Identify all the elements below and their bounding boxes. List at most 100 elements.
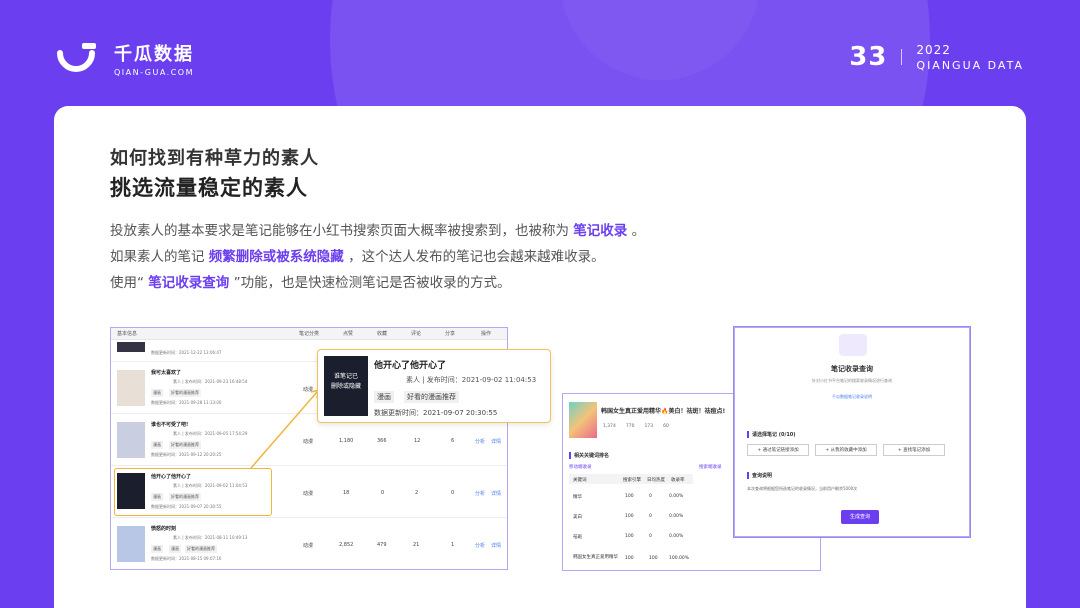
row-update-time: 数据更新时间：2021-09-28 11:13:00: [151, 400, 222, 405]
row-comments: 2: [415, 490, 419, 496]
note-thumbnail: [117, 342, 145, 352]
callout-tag: 好看的漫画推荐: [404, 391, 459, 403]
row-shares: 6: [451, 438, 455, 444]
section-tab[interactable]: 搜索端收录: [699, 464, 722, 470]
row-shares: 1: [451, 542, 455, 548]
add-from-favorites-button[interactable]: + 从我的收藏中添加: [815, 444, 877, 456]
stat-value: 60: [663, 424, 669, 429]
note-detail-callout: 谁笔记已 删除或隐藏 他开心了他开心了 素人 | 发布时间：2021-09-02…: [317, 349, 551, 423]
kw-cell: 精华: [573, 495, 582, 500]
row-favorites: 0: [381, 490, 385, 496]
table-header-cell: 点赞: [343, 331, 354, 337]
deleted-note-thumbnail: 谁笔记已 删除或隐藏: [324, 356, 368, 416]
kw-cell: 100: [649, 556, 658, 561]
stat-value: 1,374: [603, 424, 616, 429]
row-meta: 素人 | 发布时间：2021-09-23 16:48:54: [173, 379, 248, 384]
brand-name: 千瓜数据: [114, 44, 194, 65]
kw-cell: 100: [625, 534, 634, 539]
kw-cell: 100: [625, 514, 634, 519]
highlight-frame: [114, 468, 272, 516]
kw-cell: 祛斑: [573, 535, 582, 540]
search-note-button[interactable]: + 查找笔记添加: [883, 444, 945, 456]
para-text: ，这个达人发布的笔记也会越来越难收录。: [343, 249, 605, 265]
row-comments: 21: [413, 542, 420, 548]
row-meta: 素人 | 发布时间：2021-08-11 10:49:13: [173, 535, 248, 540]
stat-value: 770: [625, 424, 635, 429]
para-highlight: 笔记收录查询: [148, 275, 230, 291]
kw-cell: 0: [649, 534, 652, 539]
query-help-link[interactable]: 千瓜数据笔记收录说明: [735, 394, 969, 400]
detail-link[interactable]: 详情: [491, 438, 501, 445]
col-header: 收录率: [671, 478, 685, 483]
callout-meta: 素人 | 发布时间：2021-09-02 11:04:53: [406, 376, 537, 384]
note-thumbnail: [117, 370, 145, 406]
table-row: 他开心了他开心了 素人 | 发布时间：2021-09-02 11:04:53 漫…: [111, 466, 507, 518]
row-title[interactable]: 谁也不可受了吧!: [151, 421, 188, 428]
query-note: 本次查询将根据您所选笔记的收录情况，当前用户剩余5000次: [747, 486, 858, 491]
detail-link[interactable]: 详情: [491, 542, 501, 549]
page-info: 33 2022 QIANGUA DATA: [849, 42, 1024, 72]
detail-link[interactable]: 详情: [491, 490, 501, 497]
query-info-section: 查询说明: [747, 472, 772, 479]
select-notes-section: 请选择笔记 (0/10): [747, 431, 796, 438]
row-favorites: 366: [377, 438, 387, 444]
stat-value: 173: [644, 424, 654, 429]
table-header: 基本信息 笔记分类 点赞 收藏 评论 分享 操作: [111, 328, 507, 340]
row-tag: 漫画: [151, 545, 163, 553]
content-card: 如何找到有种草力的素人 挑选流量稳定的素人 投放素人的基本要求是笔记能够在小红书…: [54, 106, 1026, 608]
para-highlight: 笔记收录: [573, 223, 628, 239]
brand-domain: QIAN-GUA.COM: [114, 68, 195, 77]
generate-query-button[interactable]: 生成查询: [841, 510, 879, 524]
table-header-cell: 笔记分类: [299, 331, 320, 337]
query-description: 针对小红书平台笔记的搜索收录情况进行查询: [812, 378, 892, 383]
kw-cell: 0.00%: [669, 494, 684, 499]
note-stats: 1,374 770 173 60: [603, 424, 669, 429]
table-header-cell: 操作: [481, 331, 492, 337]
brand-logo: 千瓜数据 QIAN-GUA.COM: [56, 40, 194, 77]
row-category: 动漫: [303, 543, 314, 549]
query-illustration-icon: [839, 334, 867, 356]
kw-cell: 0.00%: [669, 514, 684, 519]
row-tag: 漫画: [151, 441, 163, 449]
row-update-time: 数据更新时间：2021-12-22 13:06:47: [151, 350, 222, 355]
table-row: 愤怒的时刻 素人 | 发布时间：2021-08-11 10:49:13 漫画 漫…: [111, 518, 507, 569]
row-likes: 2,852: [339, 542, 354, 548]
callout-title: 他开心了他开心了: [374, 361, 447, 371]
row-favorites: 479: [377, 542, 387, 548]
para-text: 投放素人的基本要求是笔记能够在小红书搜索页面大概率被搜索到，也被称为: [110, 223, 574, 239]
para-text: ”功能，也是快速检测笔记是否被收录的方式。: [229, 275, 511, 291]
kw-cell: 100: [625, 494, 634, 499]
qiangua-logo-icon: [56, 42, 102, 75]
col-header: 日均热度: [647, 478, 665, 483]
row-likes: 18: [343, 490, 350, 496]
add-by-link-button[interactable]: + 通过笔记链接添加: [747, 444, 809, 456]
row-title[interactable]: 我可太喜欢了: [151, 369, 181, 376]
page-subtitle: QIANGUA DATA: [916, 58, 1024, 72]
note-thumbnail: [117, 422, 145, 458]
table-header-cell: 收藏: [377, 331, 388, 337]
note-inclusion-query-screenshot: 笔记收录查询 针对小红书平台笔记的搜索收录情况进行查询 千瓜数据笔记收录说明 请…: [734, 327, 970, 537]
table-header-cell: 分享: [445, 331, 456, 337]
row-update-time: 数据更新时间：2021-08-15 09:07:16: [151, 556, 222, 561]
section-tab[interactable]: 移动端收录: [569, 464, 592, 470]
row-title[interactable]: 愤怒的时刻: [151, 525, 176, 532]
kw-cell: 美白: [573, 515, 582, 520]
kw-cell: 0: [649, 494, 652, 499]
table-header-cell: 评论: [411, 331, 422, 337]
callout-tag: 漫画: [374, 391, 394, 403]
heading-line2: 挑选流量稳定的素人: [110, 176, 308, 200]
analyze-link[interactable]: 分析: [475, 542, 485, 549]
page-number: 33: [849, 42, 888, 72]
para-text: 如果素人的笔记: [110, 249, 209, 265]
callout-update-time: 数据更新时间：2021-09-07 20:30:55: [374, 409, 498, 417]
section-title: 相关关键词排名: [569, 452, 609, 459]
heading-line1: 如何找到有种草力的素人: [110, 148, 319, 169]
row-tag: 好看的漫画推荐: [185, 545, 217, 553]
analyze-link[interactable]: 分析: [475, 438, 485, 445]
row-tag: 漫画: [151, 389, 163, 397]
divider: [901, 49, 903, 65]
kw-cell: 100: [625, 556, 634, 561]
para-highlight: 频繁删除或被系统隐藏: [208, 249, 344, 265]
analyze-link[interactable]: 分析: [475, 490, 485, 497]
row-shares: 0: [451, 490, 455, 496]
